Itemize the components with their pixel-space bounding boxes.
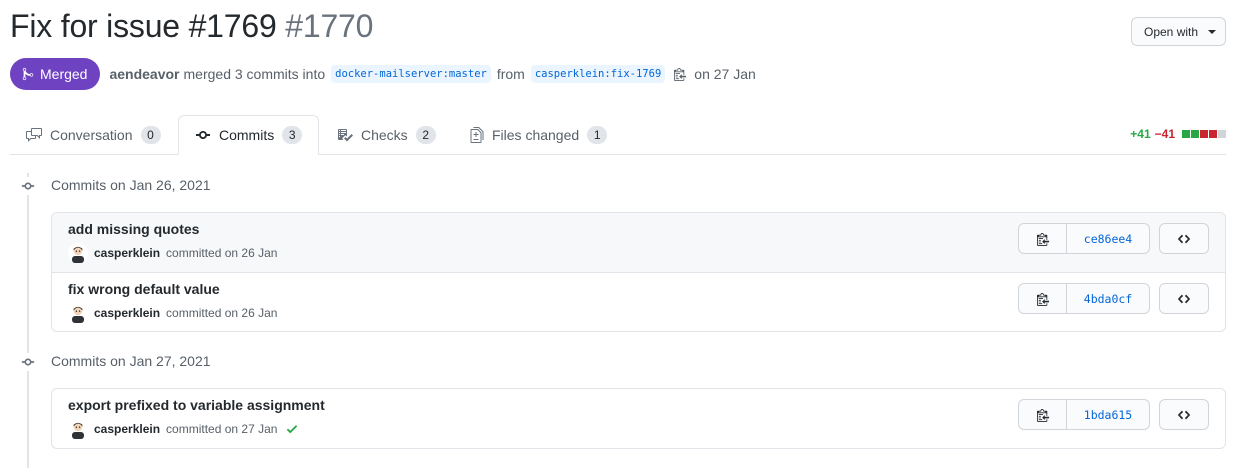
browse-code-button[interactable] [1159,283,1209,314]
commit-group: add missing quotes casperklein committed… [51,212,1226,332]
open-with-label: Open with [1144,24,1199,39]
commit-author-link[interactable]: casperklein [94,246,160,260]
tab-checks-count: 2 [415,126,436,144]
file-diff-icon [470,127,484,143]
open-with-button[interactable]: Open with [1131,17,1226,46]
code-icon [1177,294,1191,303]
code-icon [1177,410,1191,419]
diffstat-block-add [1182,130,1190,138]
pr-title: Fix for issue #1769 #1770 [10,8,373,45]
tab-conversation-count: 0 [140,126,161,144]
tab-conversation-label: Conversation [50,127,133,143]
commit-row: fix wrong default value casperklein comm… [52,272,1225,331]
check-icon[interactable] [285,422,299,436]
diffstat-block-del [1209,130,1217,138]
clippy-icon [1036,408,1049,422]
checklist-icon [338,129,353,142]
commit-sha-group: ce86ee4 [1018,223,1150,254]
comment-discussion-icon [26,128,42,142]
tab-commits-label: Commits [219,127,275,143]
pr-title-text: Fix for issue #1769 [10,8,277,44]
commit-author-link[interactable]: casperklein [94,306,160,320]
caret-down-icon [1208,29,1217,34]
commit-sha-link[interactable]: ce86ee4 [1067,224,1149,253]
tab-files-changed-label: Files changed [492,127,580,143]
commit-group: export prefixed to variable assignment c… [51,388,1226,449]
commit-date: committed on 27 Jan [166,422,278,436]
diffstat-block-add [1191,130,1199,138]
commit-row: add missing quotes casperklein committed… [52,213,1225,272]
copy-sha-button[interactable] [1019,400,1067,429]
pr-number: #1770 [285,8,374,44]
avatar[interactable] [68,243,88,263]
commit-sha-group: 1bda615 [1018,399,1150,430]
diffstat: +41 −41 [1130,127,1226,141]
base-branch-link[interactable]: docker-mailserver:master [331,65,491,83]
commit-date: committed on 26 Jan [166,306,278,320]
browse-code-button[interactable] [1159,399,1209,430]
commit-group-heading: Commits on Jan 26, 2021 [51,177,211,193]
git-merge-icon [22,67,34,81]
commit-byline: casperklein committed on 26 Jan [68,303,277,323]
tab-commits-count: 3 [282,126,303,144]
tab-checks[interactable]: Checks 2 [321,115,452,155]
state-badge-label: Merged [40,66,88,82]
clippy-icon [1036,292,1049,306]
commit-node-icon [19,353,37,371]
from-text: from [496,66,525,82]
merge-date: on 27 Jan [694,66,756,82]
commit-byline: casperklein committed on 27 Jan [68,419,299,439]
commit-node-icon [19,177,37,195]
tab-commits[interactable]: Commits 3 [178,115,320,155]
commit-row: export prefixed to variable assignment c… [52,389,1225,448]
commit-message-link[interactable]: export prefixed to variable assignment [68,397,325,413]
browse-code-button[interactable] [1159,223,1209,254]
git-commit-icon [196,131,210,139]
commit-group-heading: Commits on Jan 27, 2021 [51,353,211,369]
diffstat-deletions: −41 [1154,127,1175,141]
tab-files-changed-count: 1 [587,126,608,144]
head-branch-link[interactable]: casperklein:fix-1769 [530,65,666,83]
copy-branch-icon[interactable] [674,67,687,81]
commit-message-link[interactable]: add missing quotes [68,221,199,237]
pr-tabs: Conversation 0 Commits 3 Checks 2 Files … [10,115,1226,155]
commit-sha-link[interactable]: 1bda615 [1067,400,1149,429]
diffstat-block-neutral [1218,130,1226,138]
commit-byline: casperklein committed on 26 Jan [68,243,277,263]
avatar[interactable] [68,419,88,439]
commit-message-link[interactable]: fix wrong default value [68,281,220,297]
clippy-icon [1036,232,1049,246]
tab-checks-label: Checks [361,127,408,143]
commit-sha-link[interactable]: 4bda0cf [1067,284,1149,313]
diffstat-blocks [1182,130,1226,138]
pr-meta: Merged aendeavor merged 3 commits into d… [10,58,756,90]
copy-sha-button[interactable] [1019,224,1067,253]
diffstat-additions: +41 [1130,127,1151,141]
pr-author-link[interactable]: aendeavor [109,66,179,82]
merge-text: merged 3 commits into [183,66,326,82]
avatar[interactable] [68,303,88,323]
tab-files-changed[interactable]: Files changed 1 [454,115,623,155]
code-icon [1177,234,1191,243]
commit-date: committed on 26 Jan [166,246,278,260]
tab-conversation[interactable]: Conversation 0 [10,115,177,155]
commit-sha-group: 4bda0cf [1018,283,1150,314]
commit-author-link[interactable]: casperklein [94,422,160,436]
state-badge: Merged [10,58,101,90]
copy-sha-button[interactable] [1019,284,1067,313]
timeline-line [27,173,29,468]
diffstat-block-del [1200,130,1208,138]
